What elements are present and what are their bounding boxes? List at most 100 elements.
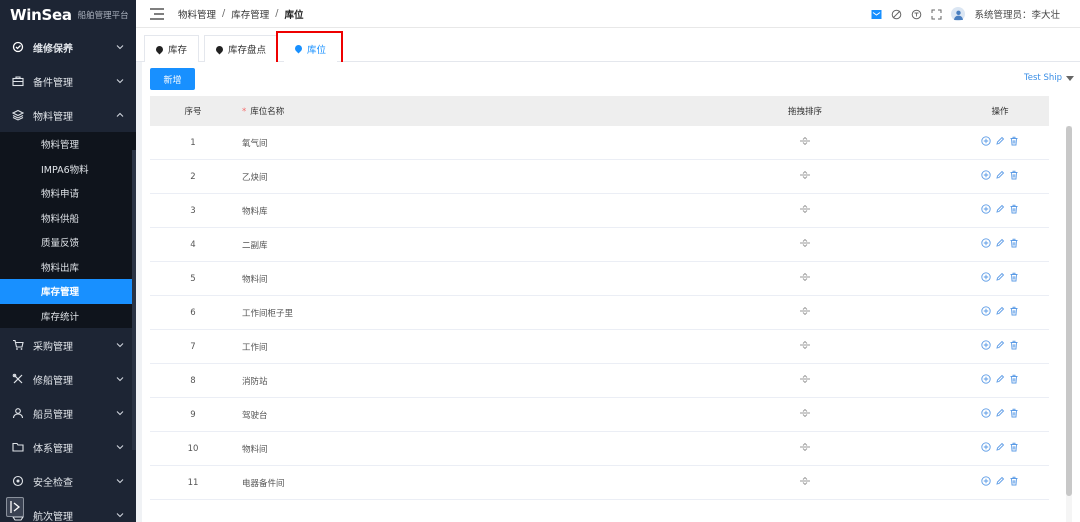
sidebar-subitem-inventory[interactable]: 库存管理 — [0, 279, 136, 304]
tab-stocktake[interactable]: 库存盘点 — [204, 35, 279, 62]
delete-icon[interactable] — [1009, 306, 1019, 319]
sidebar-subitem-feedback[interactable]: 质量反馈 — [0, 230, 136, 255]
add-row-icon[interactable] — [981, 204, 991, 217]
edit-icon[interactable] — [995, 170, 1005, 183]
edit-icon[interactable] — [995, 408, 1005, 421]
sidebar-item-safety[interactable]: 安全检查 — [0, 464, 136, 498]
drag-handle-icon[interactable] — [770, 170, 840, 182]
add-row-icon[interactable] — [981, 136, 991, 149]
sidebar-item-repair[interactable]: 修船管理 — [0, 362, 136, 396]
collapse-sidebar-button[interactable] — [6, 497, 24, 517]
cell-index: 6 — [190, 307, 196, 318]
delete-icon[interactable] — [1009, 204, 1019, 217]
sidebar-item-crew[interactable]: 船员管理 — [0, 396, 136, 430]
tab-dot-icon — [293, 43, 304, 54]
add-row-icon[interactable] — [981, 374, 991, 387]
drag-handle-icon[interactable] — [770, 408, 840, 420]
add-row-icon[interactable] — [981, 238, 991, 251]
sidebar-subitem-supply[interactable]: 物料供船 — [0, 206, 136, 231]
delete-icon[interactable] — [1009, 136, 1019, 149]
edit-icon[interactable] — [995, 340, 1005, 353]
sidebar-subitem-request[interactable]: 物料申请 — [0, 181, 136, 206]
edit-icon[interactable] — [995, 136, 1005, 149]
cell-name: 物料库 — [242, 206, 268, 217]
delete-icon[interactable] — [1009, 238, 1019, 251]
breadcrumb-item[interactable]: 库存管理 — [231, 7, 269, 21]
sidebar-submenu: 物料管理 IMPA6物料 物料申请 物料供船 质量反馈 物料出库 库存管理 库存… — [0, 132, 136, 328]
mail-icon[interactable] — [871, 9, 882, 20]
delete-icon[interactable] — [1009, 340, 1019, 353]
user-name[interactable]: 系统管理员：李大壮 — [974, 7, 1060, 21]
edit-icon[interactable] — [995, 204, 1005, 217]
table-row: 6 工作间柜子里 — [150, 296, 1049, 330]
delete-icon[interactable] — [1009, 170, 1019, 183]
sidebar-scrollbar[interactable] — [132, 150, 136, 450]
add-row-icon[interactable] — [981, 408, 991, 421]
people-icon — [12, 407, 24, 419]
add-row-icon[interactable] — [981, 340, 991, 353]
table-scrollbar[interactable] — [1066, 126, 1072, 522]
breadcrumb-item[interactable]: 物料管理 — [178, 7, 216, 21]
drag-handle-icon[interactable] — [770, 272, 840, 284]
language-icon[interactable] — [911, 9, 922, 20]
add-row-icon[interactable] — [981, 272, 991, 285]
compass-icon[interactable] — [891, 9, 902, 20]
drag-handle-icon[interactable] — [770, 136, 840, 148]
header-ops: 操作 — [991, 107, 1009, 117]
delete-icon[interactable] — [1009, 408, 1019, 421]
edit-icon[interactable] — [995, 442, 1005, 455]
add-row-icon[interactable] — [981, 306, 991, 319]
drag-handle-icon[interactable] — [770, 340, 840, 352]
cell-name: 物料间 — [242, 444, 268, 455]
row-actions — [950, 340, 1050, 353]
add-row-icon[interactable] — [981, 442, 991, 455]
delete-icon[interactable] — [1009, 374, 1019, 387]
sidebar-subitem-materials[interactable]: 物料管理 — [0, 132, 136, 157]
tab-location[interactable]: 库位 — [284, 35, 338, 62]
add-button[interactable]: 新增 — [150, 68, 195, 90]
scrollbar-thumb[interactable] — [1066, 126, 1072, 496]
drag-handle-icon[interactable] — [770, 476, 840, 488]
sidebar-subitem-impa6[interactable]: IMPA6物料 — [0, 157, 136, 182]
delete-icon[interactable] — [1009, 476, 1019, 489]
ship-select[interactable]: Test Ship — [1024, 73, 1074, 83]
row-actions — [950, 476, 1050, 489]
row-actions — [950, 442, 1050, 455]
sidebar-item-spares[interactable]: 备件管理 — [0, 64, 136, 98]
drag-handle-icon[interactable] — [770, 442, 840, 454]
delete-icon[interactable] — [1009, 272, 1019, 285]
chevron-up-icon — [116, 112, 124, 117]
edit-icon[interactable] — [995, 306, 1005, 319]
sidebar-subitem-outbound[interactable]: 物料出库 — [0, 255, 136, 280]
top-bar: 物料管理 / 库存管理 / 库位 系统管理员：李大壮 — [136, 0, 1080, 28]
sidebar-item-materials[interactable]: 物料管理 — [0, 98, 136, 132]
edit-icon[interactable] — [995, 272, 1005, 285]
breadcrumb-separator: / — [275, 8, 279, 19]
drag-handle-icon[interactable] — [770, 374, 840, 386]
table-row: 8 消防站 — [150, 364, 1049, 398]
cell-index: 5 — [190, 273, 196, 284]
user-icon — [954, 10, 963, 20]
add-row-icon[interactable] — [981, 476, 991, 489]
drag-handle-icon[interactable] — [770, 238, 840, 250]
folder-icon — [12, 441, 24, 453]
tab-label: 库位 — [307, 44, 327, 56]
edit-icon[interactable] — [995, 476, 1005, 489]
drag-handle-icon[interactable] — [770, 204, 840, 216]
edit-icon[interactable] — [995, 374, 1005, 387]
delete-icon[interactable] — [1009, 442, 1019, 455]
table-row: 11 电器备件间 — [150, 466, 1049, 500]
edit-icon[interactable] — [995, 238, 1005, 251]
sidebar-item-maintenance[interactable]: 维修保养 — [0, 30, 136, 64]
menu-toggle-icon[interactable] — [150, 7, 164, 20]
fullscreen-icon[interactable] — [931, 9, 942, 20]
avatar[interactable] — [951, 7, 966, 21]
drag-handle-icon[interactable] — [770, 306, 840, 318]
tab-inventory[interactable]: 库存 — [144, 35, 200, 62]
add-row-icon[interactable] — [981, 170, 991, 183]
sidebar-subitem-stats[interactable]: 库存统计 — [0, 304, 136, 329]
table-row: 3 物料库 — [150, 194, 1049, 228]
sidebar-item-system[interactable]: 体系管理 — [0, 430, 136, 464]
sidebar-item-purchase[interactable]: 采购管理 — [0, 328, 136, 362]
cart-icon — [12, 339, 24, 351]
